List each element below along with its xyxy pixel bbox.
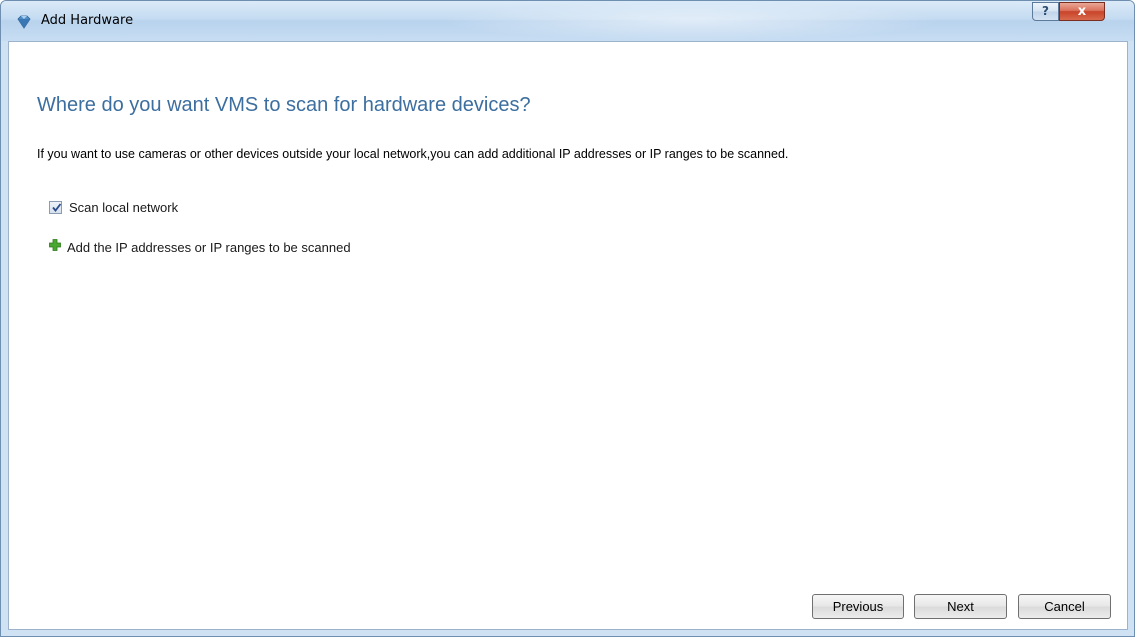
scan-local-network-label[interactable]: Scan local network: [69, 200, 178, 215]
next-button[interactable]: Next: [914, 594, 1007, 619]
add-ip-ranges-link[interactable]: Add the IP addresses or IP ranges to be …: [49, 238, 351, 256]
add-ip-ranges-label[interactable]: Add the IP addresses or IP ranges to be …: [67, 240, 351, 255]
page-title: Where do you want VMS to scan for hardwa…: [37, 94, 531, 116]
description-text: If you want to use cameras or other devi…: [37, 147, 789, 161]
close-button[interactable]: x: [1059, 2, 1105, 21]
help-button[interactable]: ?: [1032, 2, 1059, 21]
title-bar[interactable]: Add Hardware ? x: [1, 1, 1134, 41]
gem-icon: [16, 14, 32, 30]
previous-button[interactable]: Previous: [812, 594, 904, 619]
plus-icon[interactable]: [49, 238, 61, 256]
scan-local-network-checkbox[interactable]: [49, 200, 62, 214]
wizard-content-panel: Where do you want VMS to scan for hardwa…: [8, 41, 1128, 630]
scan-local-network-row[interactable]: Scan local network: [49, 198, 178, 216]
add-hardware-window: Add Hardware ? x Where do you want VMS t…: [0, 0, 1135, 637]
window-title: Add Hardware: [41, 13, 134, 28]
title-bar-glow: [441, 1, 941, 41]
cancel-button[interactable]: Cancel: [1018, 594, 1111, 619]
checkmark-icon: [52, 202, 62, 212]
